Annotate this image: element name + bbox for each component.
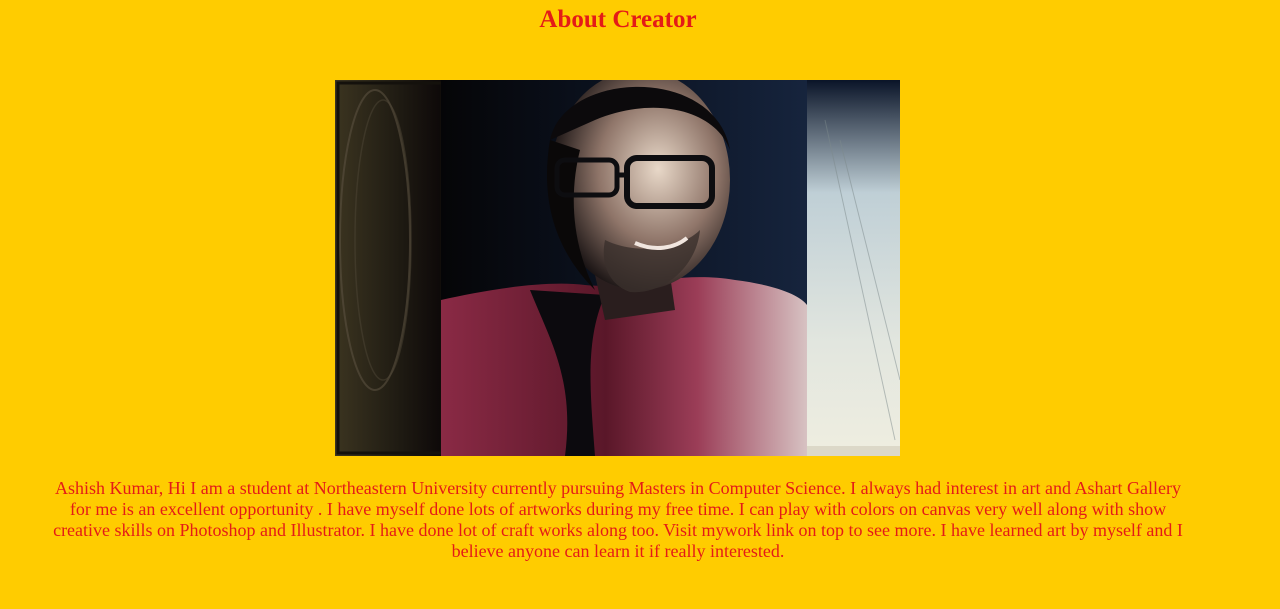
creator-photo xyxy=(335,80,900,456)
creator-bio: Ashish Kumar, Hi I am a student at North… xyxy=(53,478,1183,561)
page-title: About Creator xyxy=(539,6,697,33)
